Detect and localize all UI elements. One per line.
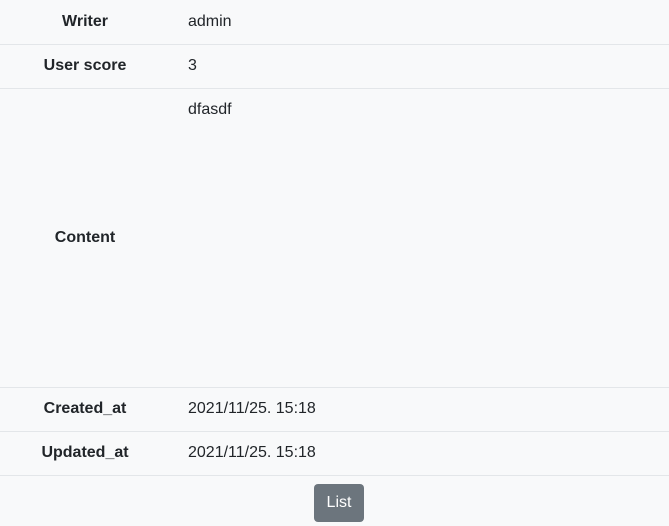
created-at-row: Created_at 2021/11/25. 15:18 [0,387,669,431]
user-score-row: User score 3 [0,44,669,88]
writer-value: admin [188,12,232,30]
content-row: Content dfasdf [0,88,669,387]
user-score-label: User score [43,57,127,74]
writer-label: Writer [62,12,108,30]
updated-at-value: 2021/11/25. 15:18 [188,444,316,461]
post-detail-table: Writer admin User score 3 Content dfasdf… [0,0,669,476]
created-at-value: 2021/11/25. 15:18 [188,400,316,417]
updated-at-label: Updated_at [41,444,129,461]
content-value: dfasdf [188,100,232,118]
created-at-label: Created_at [43,400,127,417]
list-button[interactable]: List [314,483,364,522]
updated-at-row: Updated_at 2021/11/25. 15:18 [0,431,669,475]
action-bar: List [0,476,669,526]
user-score-value: 3 [188,57,197,74]
content-label: Content [54,228,116,246]
writer-row: Writer admin [0,0,669,44]
